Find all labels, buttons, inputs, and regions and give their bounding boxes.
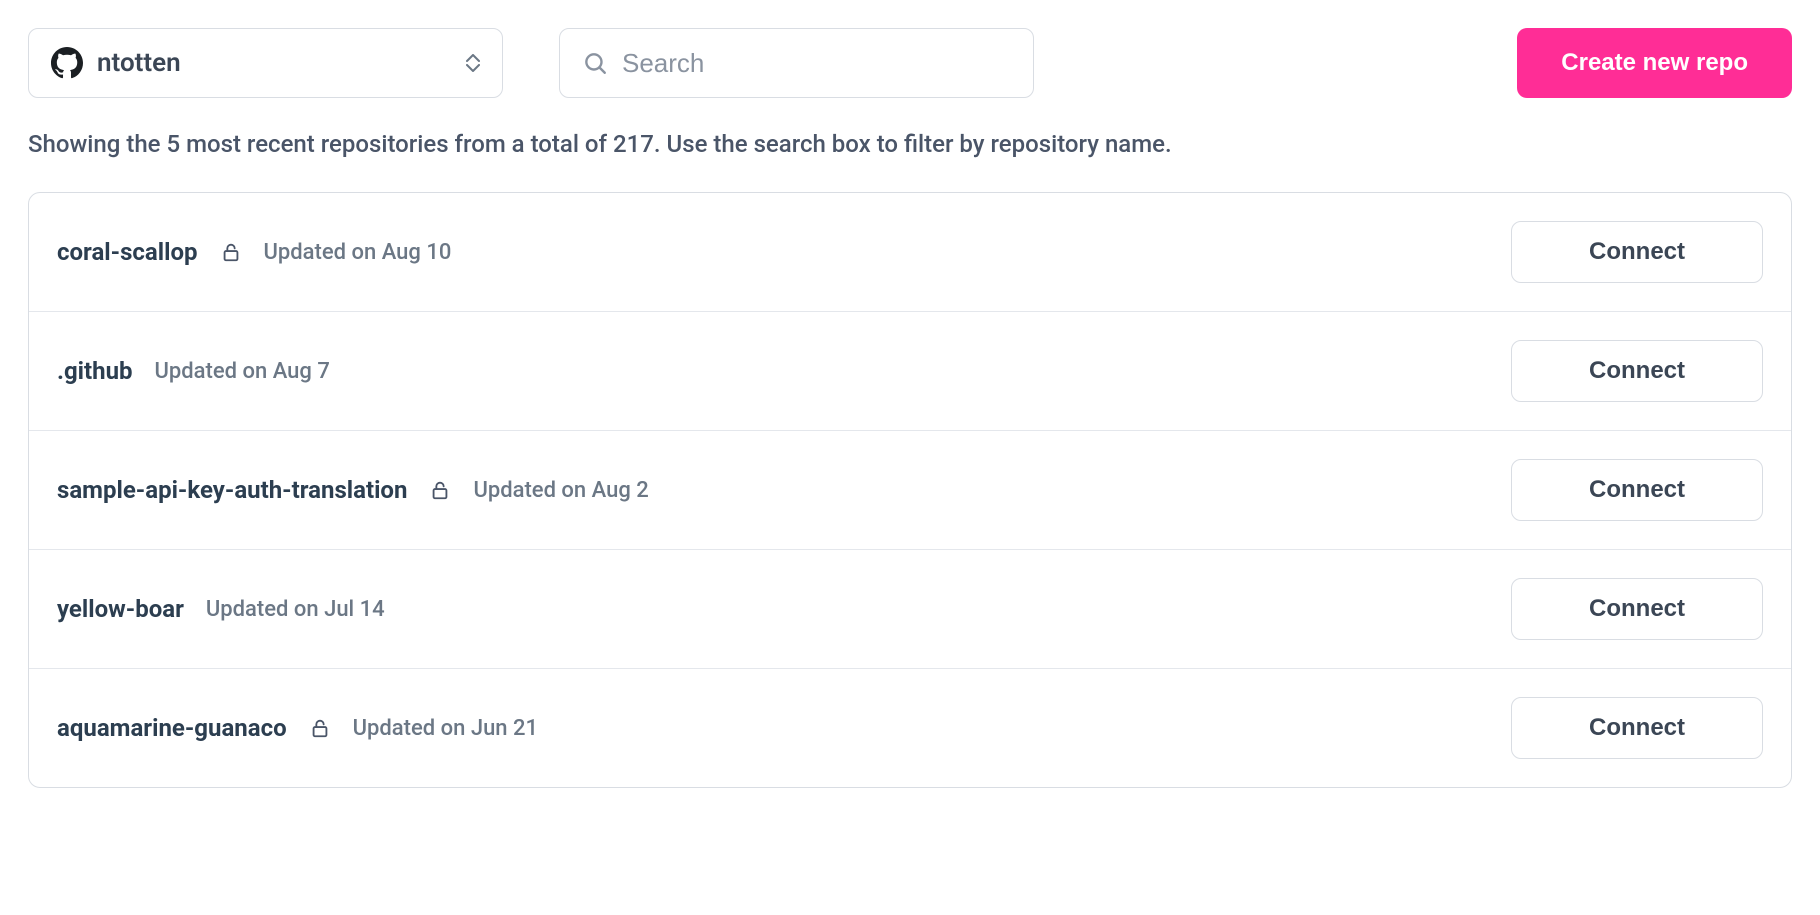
connect-button[interactable]: Connect	[1511, 578, 1763, 640]
lock-icon	[429, 479, 451, 501]
repo-name: .github	[57, 357, 133, 385]
repo-row: aquamarine-guanaco Updated on Jun 21 Conne…	[29, 669, 1791, 787]
connect-button[interactable]: Connect	[1511, 221, 1763, 283]
repo-info: coral-scallop Updated on Aug 10	[57, 238, 1511, 266]
connect-button[interactable]: Connect	[1511, 459, 1763, 521]
repo-name: yellow-boar	[57, 595, 184, 623]
search-icon	[582, 50, 608, 76]
summary-text: Showing the 5 most recent repositories f…	[28, 130, 1792, 158]
connect-button[interactable]: Connect	[1511, 340, 1763, 402]
repo-name: aquamarine-guanaco	[57, 714, 287, 742]
lock-icon	[309, 717, 331, 739]
search-input[interactable]	[622, 48, 1011, 79]
repo-info: aquamarine-guanaco Updated on Jun 21	[57, 714, 1511, 742]
create-repo-button[interactable]: Create new repo	[1517, 28, 1792, 98]
chevron-up-down-icon	[466, 54, 480, 72]
repo-row: yellow-boar Updated on Jul 14 Connect	[29, 550, 1791, 669]
github-icon	[51, 47, 83, 79]
repo-info: yellow-boar Updated on Jul 14	[57, 595, 1511, 623]
repo-row: sample-api-key-auth-translation Updated o…	[29, 431, 1791, 550]
repo-updated: Updated on Jun 21	[353, 716, 538, 741]
repo-name: coral-scallop	[57, 238, 198, 266]
lock-icon	[220, 241, 242, 263]
repo-info: .github Updated on Aug 7	[57, 357, 1511, 385]
toolbar: ntotten Create new repo	[28, 28, 1792, 98]
account-name: ntotten	[97, 48, 452, 78]
connect-button[interactable]: Connect	[1511, 697, 1763, 759]
search-field[interactable]	[559, 28, 1034, 98]
repo-updated: Updated on Aug 2	[473, 478, 648, 503]
repo-info: sample-api-key-auth-translation Updated o…	[57, 476, 1511, 504]
repo-updated: Updated on Jul 14	[206, 597, 385, 622]
repo-row: coral-scallop Updated on Aug 10 Connect	[29, 193, 1791, 312]
repo-list: coral-scallopUpdated on Aug 10Connect.gi…	[28, 192, 1792, 788]
repo-updated: Updated on Aug 7	[155, 359, 330, 384]
repo-name: sample-api-key-auth-translation	[57, 476, 407, 504]
account-select[interactable]: ntotten	[28, 28, 503, 98]
repo-updated: Updated on Aug 10	[264, 240, 452, 265]
repo-row: .github Updated on Aug 7 Connect	[29, 312, 1791, 431]
